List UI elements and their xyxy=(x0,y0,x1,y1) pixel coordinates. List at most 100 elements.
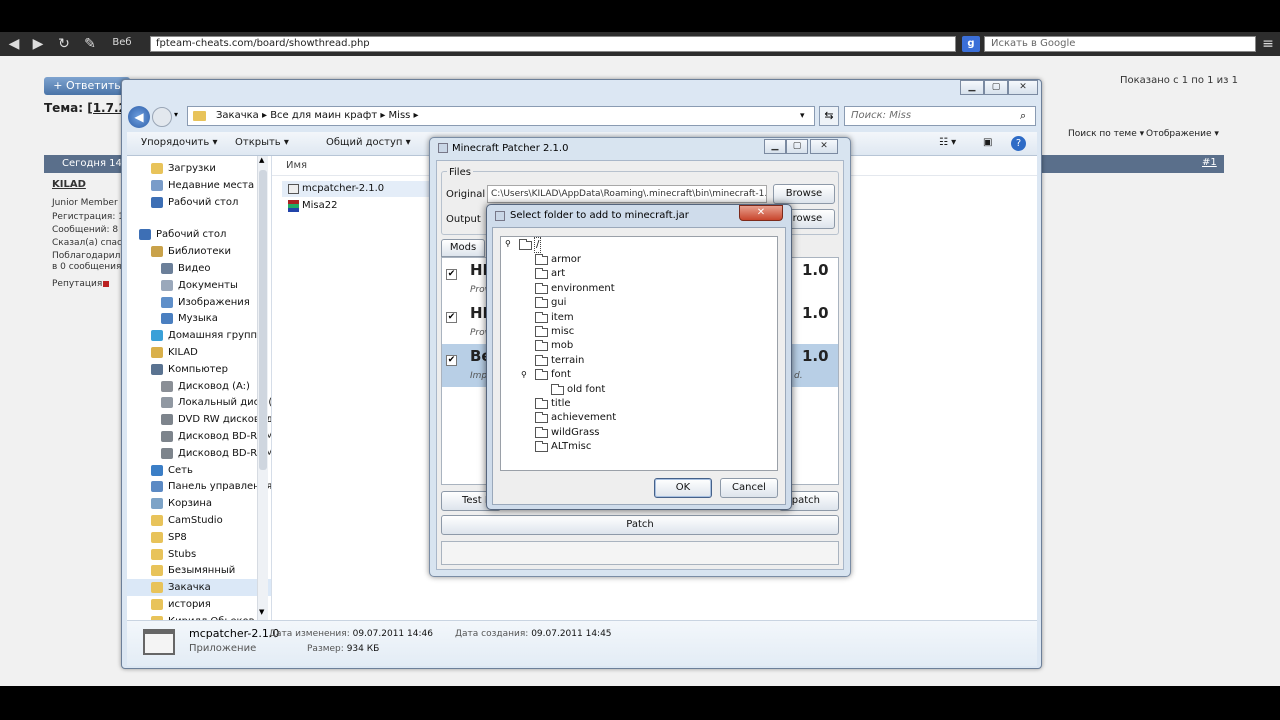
preview-pane-icon[interactable]: ▣ xyxy=(983,137,992,148)
tree-node[interactable]: mob xyxy=(535,339,685,353)
browser-tab-label[interactable]: Веб xyxy=(102,37,142,48)
minimize-icon[interactable]: ▁ xyxy=(960,80,984,95)
display-mode-link[interactable]: Отображение ▾ xyxy=(1146,126,1219,142)
reload-icon[interactable]: ↻ xyxy=(56,36,72,52)
search-icon[interactable]: ⌕ xyxy=(1020,109,1026,123)
tree-node[interactable]: art xyxy=(535,267,685,281)
navigation-scrollbar[interactable]: ▲ ▼ xyxy=(257,156,268,620)
tree-node[interactable]: terrain xyxy=(535,354,685,368)
scroll-down-icon[interactable]: ▼ xyxy=(259,608,264,616)
explorer-search-input[interactable]: Поиск: Miss xyxy=(844,106,1036,126)
sidebar-item[interactable]: Закачка xyxy=(127,579,271,597)
tree-node[interactable]: ALTmisc xyxy=(535,440,685,454)
ok-button[interactable]: OK xyxy=(654,478,712,498)
breadcrumb-item[interactable]: Все для маин крафт xyxy=(270,110,377,121)
sidebar-item[interactable]: история xyxy=(127,596,271,613)
close-icon[interactable]: ✕ xyxy=(810,139,838,154)
view-options-icon[interactable]: ☷ ▾ xyxy=(939,137,956,148)
minimize-icon[interactable]: ▁ xyxy=(764,139,786,154)
help-icon[interactable]: ? xyxy=(1011,136,1026,151)
sidebar-item[interactable]: Дисковод (A:) xyxy=(127,378,271,395)
sidebar-item[interactable]: Компьютер xyxy=(127,361,271,378)
sidebar-item[interactable]: Недавние места xyxy=(127,177,271,194)
sidebar-item[interactable]: CamStudio xyxy=(127,512,271,529)
browser-search-input[interactable]: Искать в Google xyxy=(984,36,1256,52)
sidebar-item[interactable]: Кирилл Обьеков xyxy=(127,613,271,620)
close-icon[interactable]: ✕ xyxy=(1008,80,1038,95)
sidebar-item[interactable]: Рабочий стол xyxy=(127,226,271,243)
tree-node[interactable]: old font xyxy=(551,383,701,397)
folder-icon xyxy=(535,426,548,438)
history-dropdown-icon[interactable]: ▾ xyxy=(174,110,178,119)
tree-node[interactable]: environment xyxy=(535,282,685,296)
address-dropdown-icon[interactable]: ▾ xyxy=(800,107,805,125)
tree-node[interactable]: achievement xyxy=(535,411,685,425)
folder-tree[interactable]: ⚲ / armor art environment gui item misc mob ter… xyxy=(500,236,778,471)
breadcrumb-item[interactable]: Закачка xyxy=(216,110,259,121)
scroll-thumb[interactable] xyxy=(259,170,267,470)
forward-arrow-icon[interactable]: ▶ xyxy=(30,36,46,52)
sidebar-item[interactable]: Музыка xyxy=(127,310,271,327)
patch-button[interactable]: Patch xyxy=(441,515,839,535)
sidebar-item[interactable]: Локальный диск (C xyxy=(127,394,271,411)
sidebar-item[interactable]: Документы xyxy=(127,277,271,294)
expand-toggle-icon[interactable]: ⚲ xyxy=(521,370,527,379)
sidebar-item[interactable]: Безымянный xyxy=(127,562,271,579)
expand-toggle-icon[interactable]: ⚲ xyxy=(505,239,511,248)
sidebar-item[interactable]: Дисковод BD-ROM xyxy=(127,428,271,445)
organize-button[interactable]: Упорядочить ▾ xyxy=(141,137,217,148)
sidebar-item[interactable]: Библиотеки xyxy=(127,243,271,260)
sidebar-item[interactable]: Сеть xyxy=(127,462,271,479)
tree-node[interactable]: wildGrass xyxy=(535,426,685,440)
tab-mods[interactable]: Mods xyxy=(441,239,485,257)
refresh-icon[interactable]: ⇆ xyxy=(819,106,839,126)
menu-icon[interactable]: ≡ xyxy=(1260,36,1276,52)
search-in-thread-link[interactable]: Поиск по теме ▾ xyxy=(1068,126,1144,142)
post-number-link[interactable]: #1 xyxy=(1202,157,1217,168)
browse-original-button[interactable]: Browse xyxy=(773,184,835,204)
sidebar-item[interactable]: Панель управления xyxy=(127,478,271,495)
tree-node-root[interactable]: / xyxy=(519,237,559,253)
scroll-up-icon[interactable]: ▲ xyxy=(259,156,264,164)
sidebar-item[interactable]: Домашняя группа xyxy=(127,327,271,344)
sidebar-item[interactable]: Дисковод BD-ROM xyxy=(127,445,271,462)
file-row[interactable]: Misa22 xyxy=(282,198,432,214)
breadcrumb-item[interactable]: Miss xyxy=(389,110,411,121)
sidebar-item[interactable]: Рабочий стол xyxy=(127,194,271,211)
sidebar-item[interactable]: DVD RW дисковод xyxy=(127,411,271,428)
tree-node[interactable]: misc xyxy=(535,325,685,339)
tree-node[interactable]: item xyxy=(535,311,685,325)
sidebar-item[interactable]: Stubs xyxy=(127,546,271,563)
back-arrow-icon[interactable]: ◀ xyxy=(6,36,22,52)
maximize-icon[interactable]: ▢ xyxy=(786,139,808,154)
close-icon[interactable]: ✕ xyxy=(739,205,783,221)
sidebar-item[interactable]: Видео xyxy=(127,260,271,277)
reply-button[interactable]: + Ответить xyxy=(44,77,130,95)
bd-icon xyxy=(161,447,173,459)
sidebar-item[interactable]: Изображения xyxy=(127,294,271,311)
tree-node[interactable]: armor xyxy=(535,253,685,267)
mod-checkbox[interactable]: ✔ xyxy=(446,269,457,280)
sidebar-item[interactable]: Корзина xyxy=(127,495,271,512)
user-name-link[interactable]: KILAD xyxy=(52,179,86,190)
file-row-selected[interactable]: mcpatcher-2.1.0 xyxy=(282,181,432,197)
google-icon[interactable]: g xyxy=(962,36,980,52)
address-bar[interactable]: Закачка ▸ Все для маин крафт ▸ Miss ▸ ▾ xyxy=(187,106,815,126)
mod-checkbox[interactable]: ✔ xyxy=(446,312,457,323)
mod-checkbox[interactable]: ✔ xyxy=(446,355,457,366)
tree-node[interactable]: title xyxy=(535,397,685,411)
cancel-button[interactable]: Cancel xyxy=(720,478,778,498)
tree-node[interactable]: gui xyxy=(535,296,685,310)
sidebar-item[interactable]: SP8 xyxy=(127,529,271,546)
url-input[interactable]: fpteam-cheats.com/board/showthread.php xyxy=(150,36,956,52)
sidebar-item[interactable]: Загрузки xyxy=(127,160,271,177)
tree-node[interactable]: font xyxy=(535,368,685,382)
sidebar-item[interactable]: KILAD xyxy=(127,344,271,361)
open-button[interactable]: Открыть ▾ xyxy=(235,137,289,148)
original-path-input[interactable]: C:\Users\KILAD\AppData\Roaming\.minecraf… xyxy=(487,185,767,203)
forward-button-icon[interactable] xyxy=(152,107,172,127)
edit-icon[interactable]: ✎ xyxy=(82,36,98,52)
share-button[interactable]: Общий доступ ▾ xyxy=(326,137,411,148)
maximize-icon[interactable]: ▢ xyxy=(984,80,1008,95)
back-button-icon[interactable]: ◀ xyxy=(128,106,150,128)
